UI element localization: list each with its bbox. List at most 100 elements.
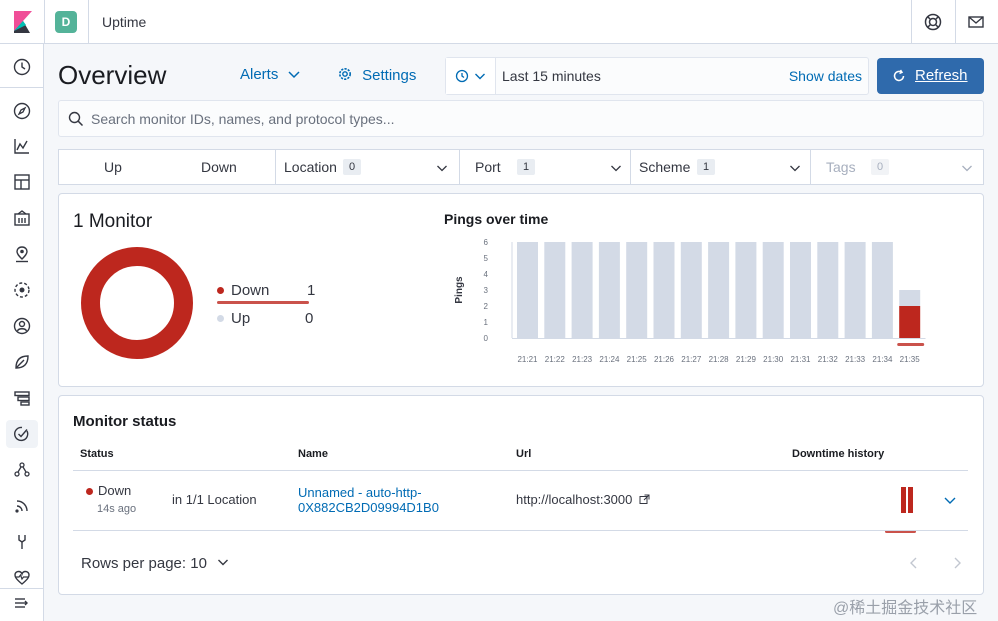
chevron-down-icon bbox=[790, 165, 800, 172]
filter-up-button[interactable]: Up bbox=[104, 159, 122, 175]
table-header-divider bbox=[73, 470, 968, 471]
filter-down-button[interactable]: Down bbox=[201, 159, 237, 175]
apm-icon[interactable] bbox=[12, 388, 32, 408]
y-tick-label: 1 bbox=[484, 318, 489, 327]
search-bar bbox=[58, 100, 984, 137]
bar-up-21:27[interactable] bbox=[680, 242, 702, 338]
bar-up-21:31[interactable] bbox=[790, 242, 811, 338]
help-icon[interactable] bbox=[923, 12, 943, 32]
bar-up-21:32[interactable] bbox=[817, 242, 839, 338]
port-filter-label: Port bbox=[475, 159, 501, 175]
column-header-name[interactable]: Name bbox=[298, 448, 328, 460]
alerts-dropdown-button[interactable]: Alerts bbox=[240, 66, 301, 83]
bar-up-21:30[interactable] bbox=[762, 242, 784, 338]
filter-bar: Up Down Location 0 Port 1 Scheme 1 Tags … bbox=[58, 149, 984, 185]
bar-up-21:24[interactable] bbox=[598, 242, 620, 338]
bar-up-21:25[interactable] bbox=[626, 242, 648, 338]
chevron-down-icon bbox=[218, 559, 229, 566]
quick-select-button[interactable] bbox=[446, 58, 496, 94]
ml-icon[interactable] bbox=[12, 280, 32, 300]
bar-up-21:22[interactable] bbox=[544, 242, 566, 338]
pagination-next-icon[interactable] bbox=[951, 556, 963, 570]
rows-per-page-label: Rows per page: 10 bbox=[81, 555, 207, 572]
y-tick-label: 3 bbox=[484, 286, 489, 295]
x-tick-label: 21:29 bbox=[736, 355, 757, 364]
time-range-text[interactable]: Last 15 minutes bbox=[502, 68, 601, 84]
monitor-name-link[interactable]: Unnamed - auto-http- 0X882CB2D09994D1B0 bbox=[298, 485, 439, 515]
uptime-icon[interactable] bbox=[12, 424, 32, 444]
bar-up-21:26[interactable] bbox=[653, 242, 675, 338]
refresh-icon bbox=[893, 69, 905, 82]
pings-over-time-chart: 0 1 2 3 4 5 6 Pings 21:21 21:22 21:23 21:24 21:25 21:… bbox=[454, 238, 926, 364]
show-dates-link[interactable]: Show dates bbox=[789, 68, 862, 84]
pagination-prev-icon[interactable] bbox=[908, 556, 920, 570]
x-tick-label: 21:22 bbox=[545, 355, 566, 364]
y-tick-label: 2 bbox=[484, 302, 489, 311]
monitor-url-link[interactable]: http://localhost:3000 bbox=[516, 492, 650, 507]
recently-viewed-icon[interactable] bbox=[12, 57, 32, 77]
legend-up-label: Up bbox=[231, 310, 251, 327]
bar-up-21:34[interactable] bbox=[871, 242, 893, 338]
bar-up-21:21[interactable] bbox=[517, 242, 538, 338]
status-filter-group: Up Down bbox=[59, 150, 276, 184]
bar-up-21:23[interactable] bbox=[571, 242, 593, 338]
chevron-down-icon bbox=[962, 165, 972, 172]
legend-down-label: Down bbox=[231, 282, 270, 299]
search-input[interactable] bbox=[91, 106, 971, 132]
tags-filter[interactable]: Tags 0 bbox=[811, 150, 983, 184]
graph-icon[interactable] bbox=[12, 460, 32, 480]
port-count-badge: 1 bbox=[517, 159, 535, 175]
x-tick-label: 21:23 bbox=[572, 355, 593, 364]
refresh-button[interactable]: Refresh bbox=[877, 58, 984, 94]
column-header-url: Url bbox=[516, 448, 532, 460]
mail-icon[interactable] bbox=[966, 12, 986, 32]
y-tick-label: 6 bbox=[484, 238, 489, 247]
tags-filter-label: Tags bbox=[826, 159, 856, 175]
logs-icon[interactable] bbox=[12, 352, 32, 372]
bar-up-21:29[interactable] bbox=[735, 242, 757, 338]
dev-tools-icon[interactable] bbox=[12, 532, 32, 552]
chevron-down-icon bbox=[611, 165, 621, 172]
status-down-dot bbox=[86, 488, 93, 495]
external-link-icon bbox=[639, 494, 650, 504]
space-avatar[interactable]: D bbox=[55, 11, 77, 33]
expand-row-icon[interactable] bbox=[943, 493, 957, 507]
kibana-logo-icon[interactable] bbox=[12, 11, 32, 33]
x-tick-label: 21:25 bbox=[627, 355, 648, 364]
location-count: in 1/1 Location bbox=[172, 492, 257, 507]
y-tick-label: 4 bbox=[484, 270, 489, 279]
settings-button[interactable]: Settings bbox=[337, 66, 416, 84]
rows-per-page-button[interactable]: Rows per page: 10 bbox=[81, 555, 229, 572]
dashboard-icon[interactable] bbox=[12, 172, 32, 192]
side-nav bbox=[0, 44, 44, 621]
chevron-down-icon bbox=[475, 73, 485, 80]
bar-down-21:35[interactable] bbox=[899, 306, 921, 338]
bar-up-21:35[interactable] bbox=[899, 290, 921, 306]
y-tick-label: 5 bbox=[484, 254, 489, 263]
clock-icon bbox=[455, 69, 469, 83]
canvas-icon[interactable] bbox=[12, 208, 32, 228]
collapse-nav-icon[interactable] bbox=[12, 593, 32, 613]
column-header-status[interactable]: Status bbox=[80, 448, 114, 460]
metrics-icon[interactable] bbox=[12, 496, 32, 516]
bar-up-21:33[interactable] bbox=[844, 242, 866, 338]
discover-icon[interactable] bbox=[12, 101, 32, 121]
x-tick-label: 21:27 bbox=[681, 355, 702, 364]
header-divider bbox=[44, 0, 45, 44]
bar-up-21:28[interactable] bbox=[708, 242, 730, 338]
port-filter[interactable]: Port 1 bbox=[460, 150, 631, 184]
monitoring-icon[interactable] bbox=[12, 568, 32, 588]
scheme-filter[interactable]: Scheme 1 bbox=[631, 150, 811, 184]
downtime-bar bbox=[908, 487, 913, 513]
visualize-icon[interactable] bbox=[12, 136, 32, 156]
chevron-down-icon bbox=[287, 71, 300, 79]
nav-divider bbox=[0, 588, 44, 589]
header-divider bbox=[88, 0, 89, 44]
x-tick-label: 21:28 bbox=[709, 355, 730, 364]
maps-icon[interactable] bbox=[12, 244, 32, 264]
location-filter[interactable]: Location 0 bbox=[276, 150, 460, 184]
siem-icon[interactable] bbox=[12, 316, 32, 336]
date-picker: Last 15 minutes Show dates bbox=[445, 57, 869, 95]
scheme-count-badge: 1 bbox=[697, 159, 715, 175]
y-axis-label: Pings bbox=[454, 276, 465, 304]
